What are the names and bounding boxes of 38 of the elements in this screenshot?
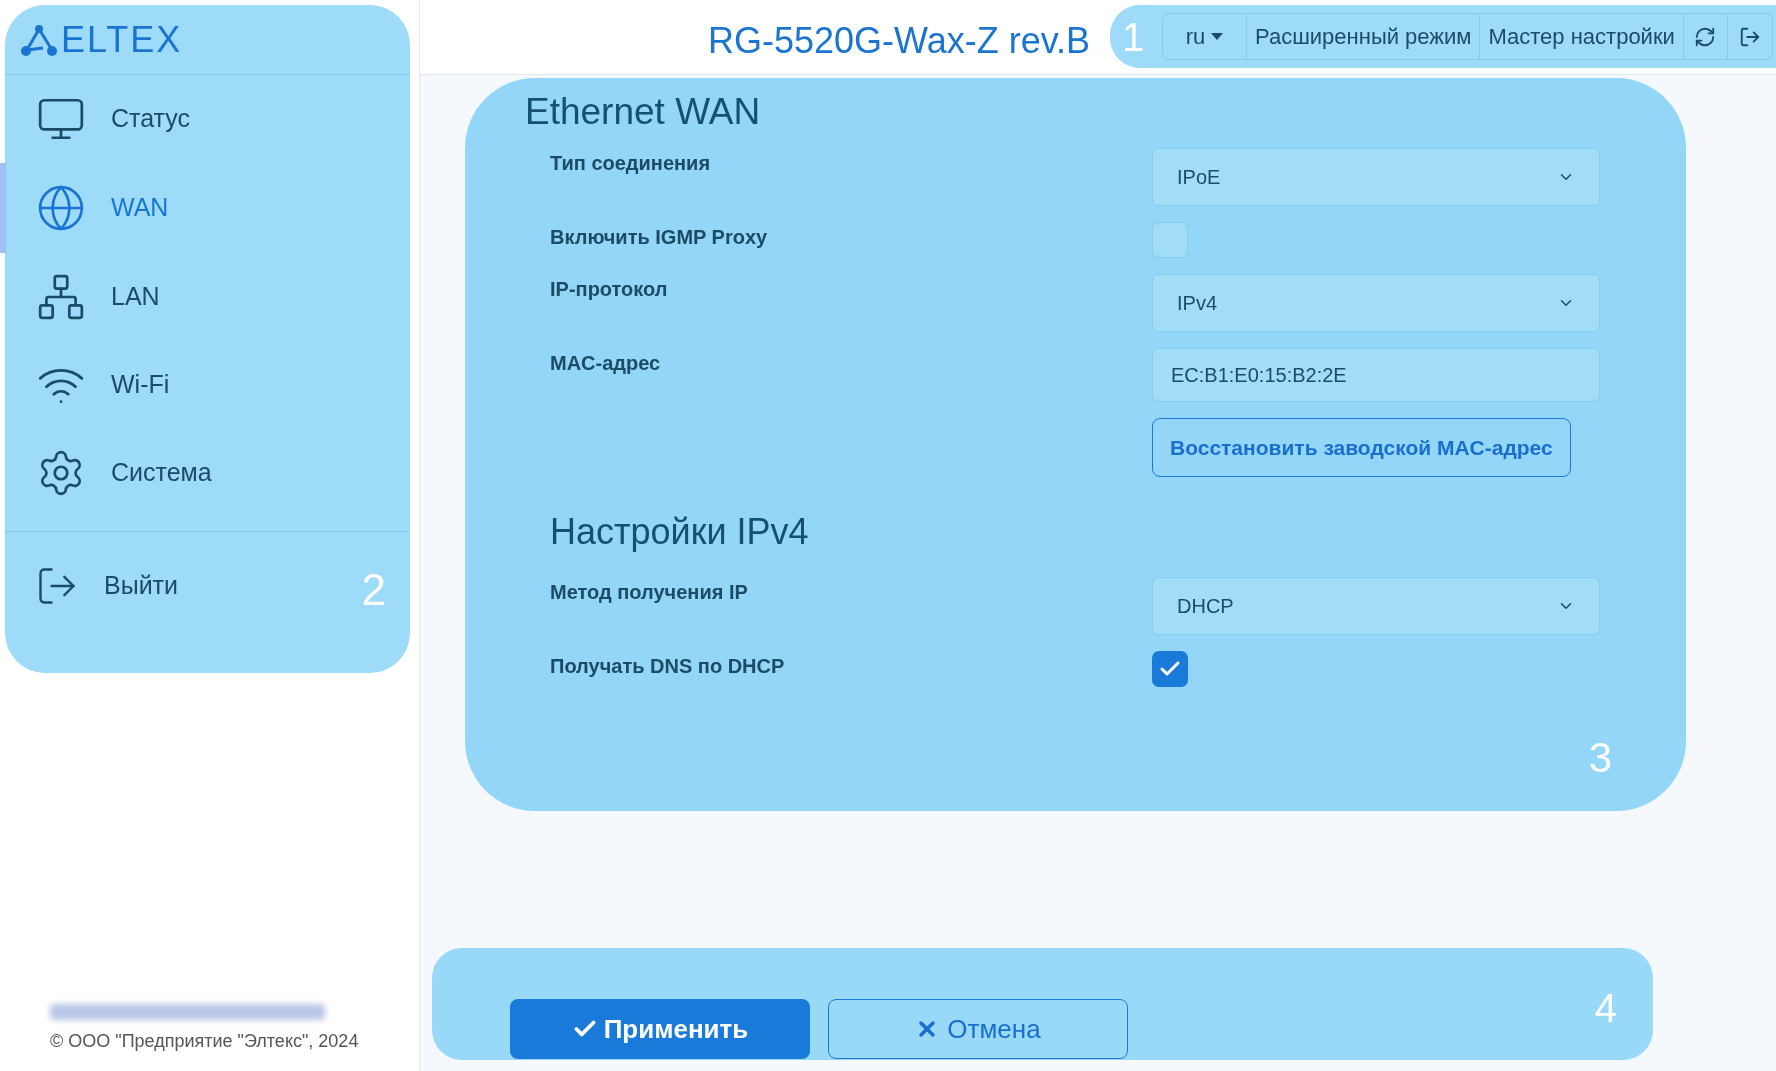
toolbar-button[interactable]: Мастер настройки [1480,14,1684,59]
apply-button[interactable]: Применить [510,999,810,1059]
field-label: Метод получения IP [550,581,748,603]
refresh-icon [1694,25,1717,48]
nav-item[interactable]: Система [0,429,410,517]
toolbar-button[interactable]: Расширенный режим [1247,14,1481,59]
field-label: IP-протокол [550,278,668,300]
logout-nav-item[interactable]: Выйти [5,563,179,608]
select-field[interactable]: IPoE [1152,148,1600,206]
nav-item[interactable]: Wi-Fi [0,341,410,429]
device-title: RG-5520G-Wax-Z rev.B [707,19,1090,63]
annotation-number: 2 [361,564,386,616]
field-label: Тип соединения [550,152,711,174]
field-label: MAC-адрес [550,352,661,374]
select-field[interactable]: DHCP [1152,577,1600,635]
checkbox[interactable] [1152,222,1188,258]
nav-icon [36,272,86,322]
logout-icon [1738,25,1761,48]
annotation-number: 3 [1588,733,1612,783]
logo-text: ELTEX [61,17,183,62]
annotation-number: 4 [1594,985,1617,1032]
copyright-text: © ООО "Предприятие "Элтекс", 2024 [50,1030,360,1053]
nav-icon [36,183,86,233]
logo-icon [19,22,59,57]
language-dropdown[interactable]: ru [1163,14,1247,59]
page-title: Ethernet WAN [525,90,761,134]
restore-mac-button[interactable]: Восстановить заводской MAC-адрес [1152,418,1571,477]
select-field[interactable]: IPv4 [1152,274,1600,332]
section-heading: Настройки IPv4 [550,510,809,554]
field-label: Включить IGMP Proxy [550,226,768,248]
cancel-button[interactable]: Отмена [828,999,1128,1059]
caret-icon [1211,33,1224,40]
checkbox[interactable] [1152,651,1188,687]
nav-item[interactable]: Статус [0,75,410,163]
nav-item[interactable]: LAN [0,253,410,341]
field-label: Получать DNS по DHCP [550,655,785,677]
annotation-number: 1 [1122,13,1146,61]
mac-input[interactable]: EC:B1:E0:15:B2:2E [1152,348,1600,402]
